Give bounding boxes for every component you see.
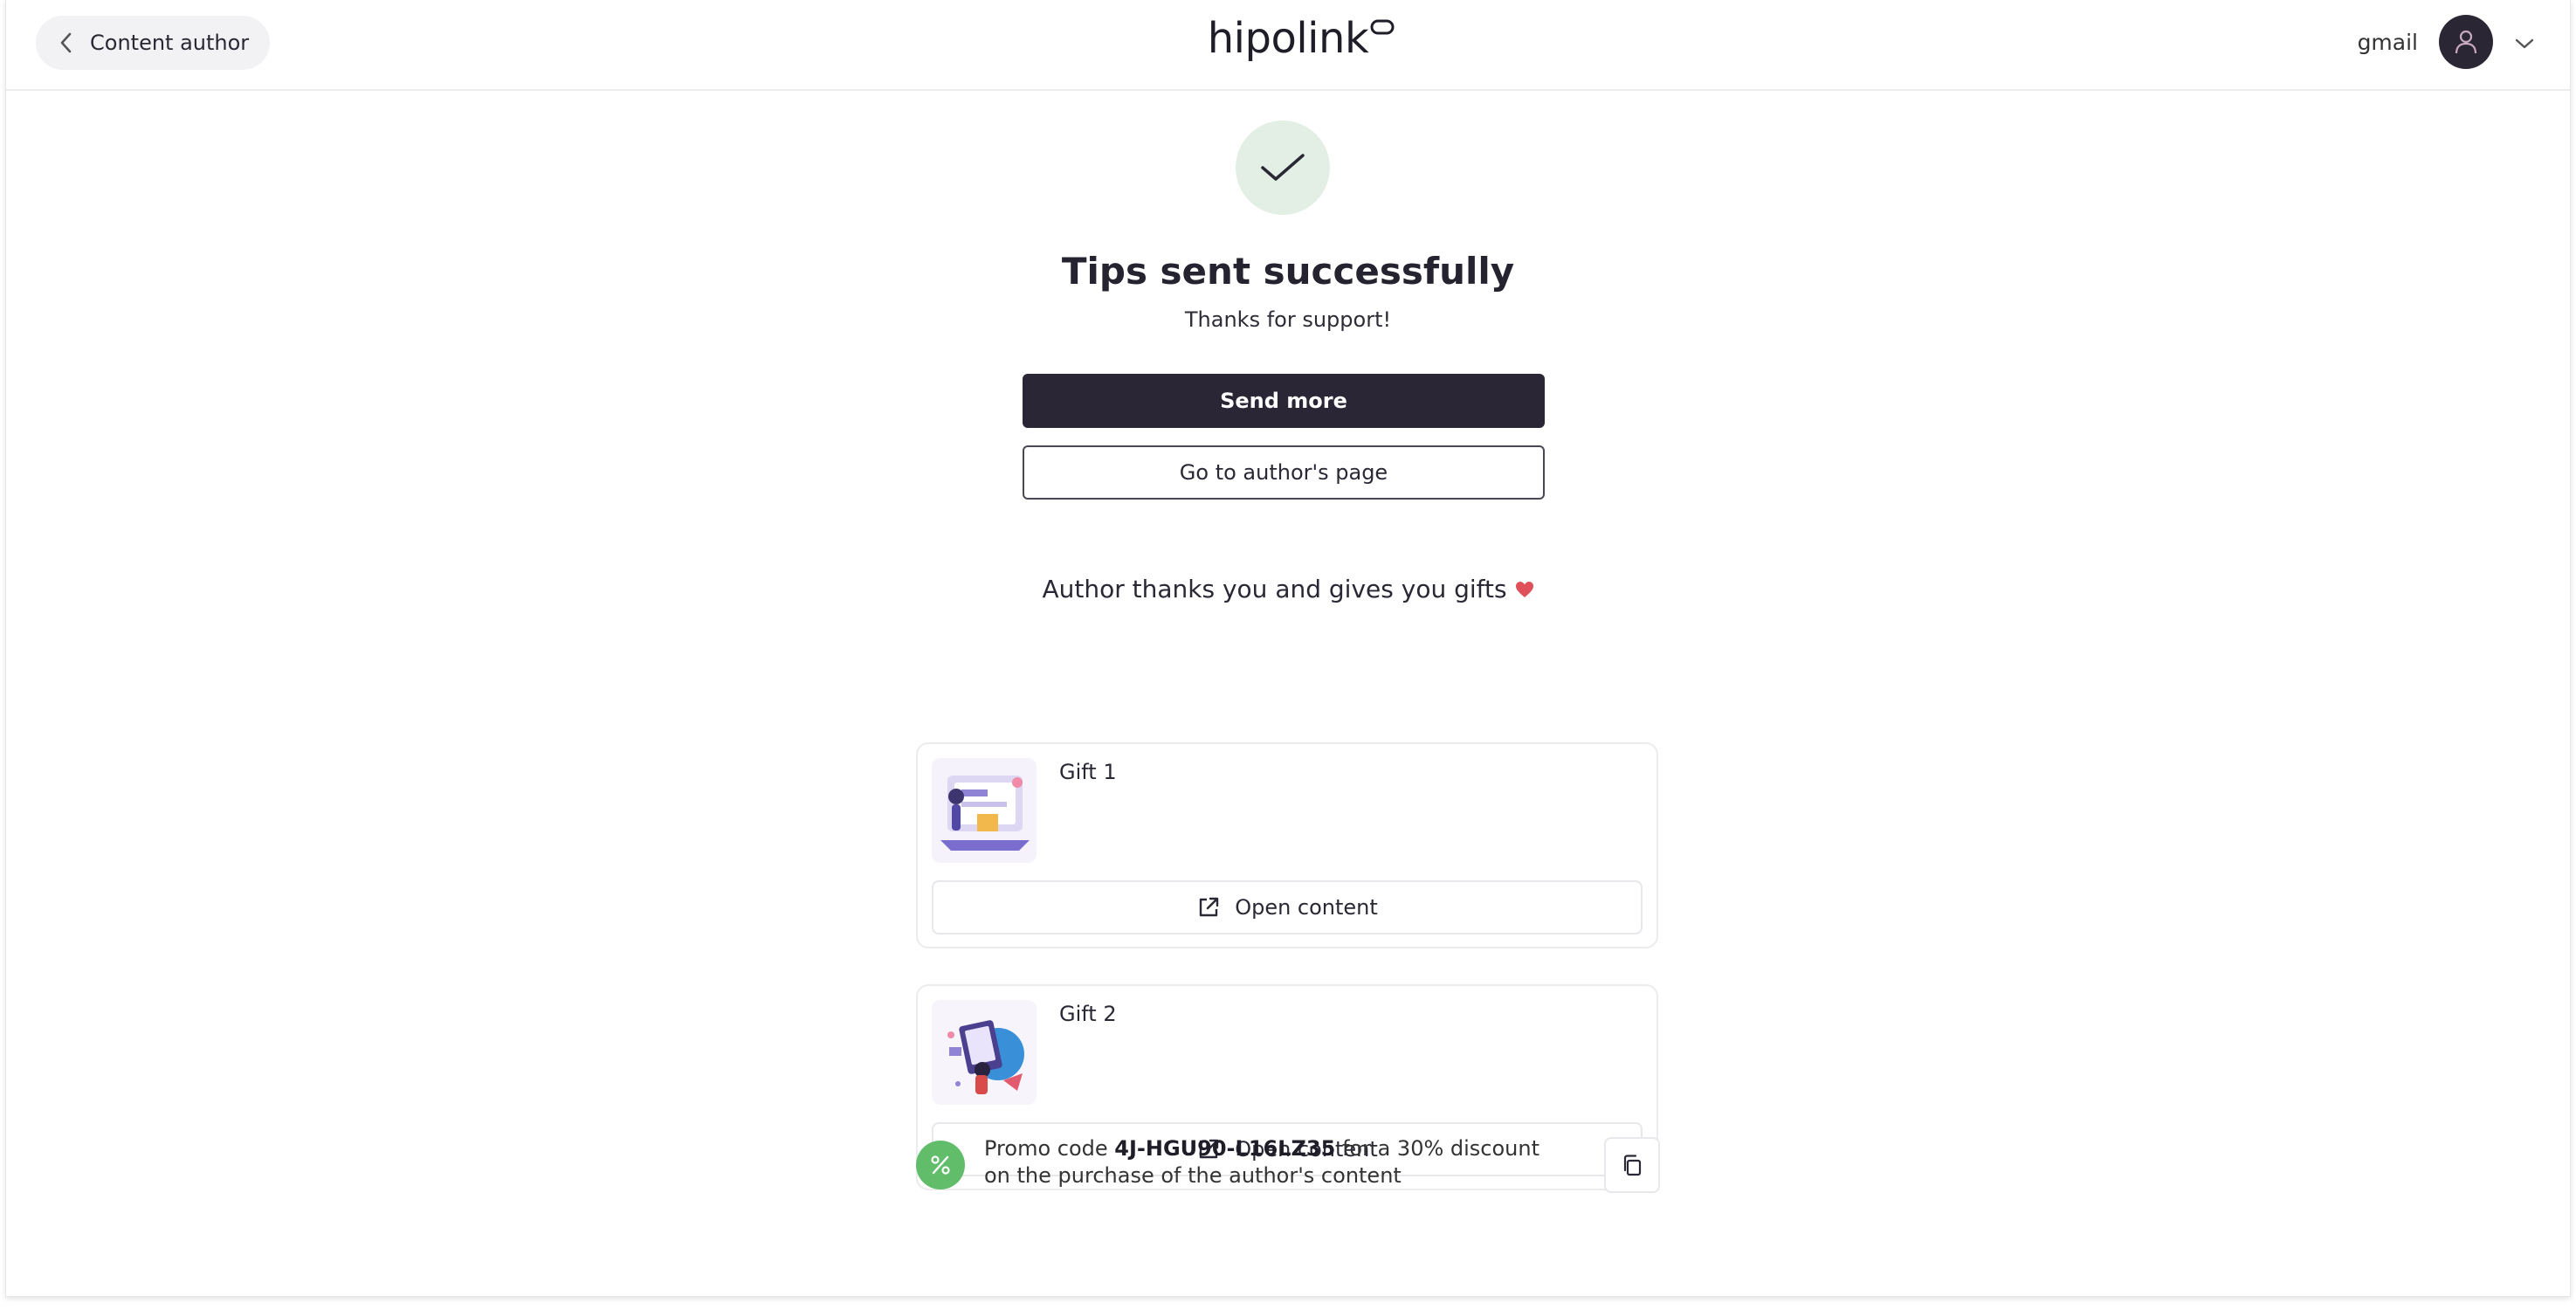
gift-name: Gift 1: [1059, 760, 1117, 784]
promo-code: 4J-HGU90-L16LZ35: [1114, 1136, 1336, 1161]
gift-card: Gift 1 Open content: [916, 742, 1658, 948]
gifts-heading: Author thanks you and gives you gifts: [6, 575, 2570, 603]
gift-thumbnail: [932, 758, 1037, 863]
copy-icon: [1623, 1155, 1642, 1176]
app-window: Content author hipolink gmail Tips sent …: [5, 0, 2571, 1297]
promo-banner: Promo code 4J-HGU90-L16LZ35 for a 30% di…: [916, 1135, 1660, 1198]
top-bar: Content author hipolink gmail: [6, 0, 2570, 91]
logo-mark-icon: [1370, 19, 1395, 35]
gift-thumbnail: [932, 1000, 1037, 1105]
gifts-heading-text: Author thanks you and gives you gifts: [1042, 575, 1507, 603]
gift-name: Gift 2: [1059, 1002, 1117, 1026]
account-menu[interactable]: gmail: [2358, 15, 2535, 69]
heart-icon: [1515, 582, 1533, 597]
author-page-button[interactable]: Go to author's page: [1023, 445, 1545, 500]
promo-prefix: Promo code: [984, 1136, 1108, 1161]
success-check-icon: [1236, 121, 1330, 215]
external-link-icon: [1199, 897, 1219, 917]
account-label: gmail: [2357, 29, 2418, 55]
success-subtitle: Thanks for support!: [1184, 307, 1392, 332]
logo[interactable]: hipolink: [6, 14, 2570, 63]
chevron-down-icon[interactable]: [2514, 30, 2535, 55]
open-content-label: Open content: [1235, 895, 1378, 920]
avatar[interactable]: [2439, 15, 2493, 69]
promo-text: Promo code 4J-HGU90-L16LZ35 for a 30% di…: [984, 1135, 1560, 1189]
open-content-button[interactable]: Open content: [932, 880, 1643, 934]
copy-promo-button[interactable]: [1604, 1137, 1660, 1193]
user-icon: [2455, 30, 2477, 54]
success-title: Tips sent successfully: [1061, 250, 1515, 293]
logo-text: hipolink: [1207, 14, 1369, 63]
send-more-button[interactable]: Send more: [1023, 374, 1545, 428]
percent-icon: [916, 1141, 965, 1189]
